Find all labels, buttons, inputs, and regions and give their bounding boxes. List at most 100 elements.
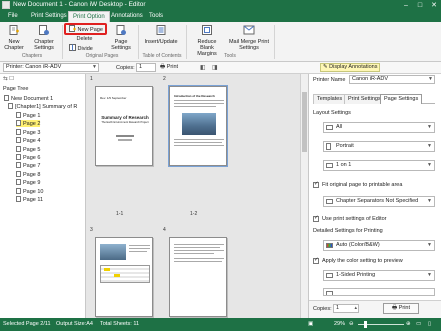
new-chapter-button[interactable]: New Chapter [3, 25, 25, 51]
footer-copies-label: Copies: [313, 306, 332, 312]
zoom-in-icon[interactable]: ⊕ [406, 321, 411, 327]
zoom-slider-thumb[interactable] [364, 321, 367, 328]
doc4-line [174, 258, 224, 259]
divide-icon [69, 44, 76, 51]
tree-page-item[interactable]: Page 4 [16, 137, 40, 144]
new-chapter-icon [9, 25, 19, 35]
tree-page-item[interactable]: Page 3 [16, 128, 40, 136]
layout-scope-select[interactable]: All ▼ [323, 122, 435, 133]
tab-file[interactable]: File [4, 11, 22, 22]
page-thumbnail-1[interactable]: Rev. 1/9 September Summary of Research T… [95, 86, 153, 166]
fit-width-icon[interactable]: ▯ [428, 321, 431, 327]
sided-select[interactable]: 1-Sided Printing ▼ [323, 270, 435, 281]
tree-page-item[interactable]: Page 7 [16, 162, 40, 169]
chapter-settings-label: Chapter Settings [34, 39, 54, 51]
zoom-in-icon[interactable]: ◨ [212, 64, 218, 71]
tree-page-item[interactable]: Page 11 [16, 196, 43, 203]
page-icon [16, 196, 21, 202]
divide-button[interactable]: Divide [69, 44, 93, 52]
tree-page-item[interactable]: Page 5 [16, 145, 40, 153]
chevron-down-icon: ▼ [428, 76, 433, 82]
doc2-line [174, 103, 224, 104]
page-icon [16, 112, 21, 118]
zoom-out-icon[interactable]: ◧ [200, 64, 206, 71]
separator-icon [326, 199, 333, 204]
printer-select[interactable]: Printer: Canon iR-ADV ▼ [3, 63, 99, 72]
doc3-line [129, 251, 147, 252]
vertical-scrollbar[interactable] [300, 74, 308, 318]
toolbar-print-button[interactable]: 🖶 Print [160, 63, 178, 72]
copies-value: 1 [139, 64, 143, 70]
next-setting-select[interactable] [323, 288, 435, 296]
doc2-line [174, 106, 216, 107]
orientation-select[interactable]: Portrait ▼ [323, 141, 435, 152]
doc3-mark [104, 268, 110, 271]
tab-print-settings-panel[interactable]: Print Settings [344, 94, 385, 104]
tree-document[interactable]: New Document 1 [4, 95, 53, 102]
printer-name-select[interactable]: Canon iR-ADV ▼ [349, 75, 435, 84]
tab-print-settings[interactable]: Print Settings [27, 11, 71, 22]
scroll-thumb[interactable] [302, 92, 307, 152]
window-title: New Document 1 - Canon iW Desktop - Edit… [13, 1, 146, 8]
copies-input[interactable]: 1 [136, 63, 156, 72]
display-annotations-button[interactable]: ✎ Display Annotations [320, 63, 381, 72]
page-thumbnail-3[interactable] [95, 237, 153, 317]
one-sided-icon [326, 273, 333, 278]
tree-page-item[interactable]: Page 6 [16, 154, 40, 161]
minimize-icon[interactable]: – [399, 0, 413, 11]
page-settings-label: Page Settings [111, 39, 131, 51]
ribbon-tab-bar: File Print Settings Print Option Annotat… [0, 11, 441, 22]
mail-merge-button[interactable]: Mail Merge Print Settings [228, 25, 270, 51]
tree-page-label: Page 9 [23, 180, 41, 187]
tree-page-item[interactable]: Page 9 [16, 179, 40, 186]
tab-annotations[interactable]: Annotations [107, 11, 147, 22]
footer-copies-value: 1 [336, 305, 340, 311]
page-thumbnail-4[interactable] [169, 237, 227, 317]
delete-button[interactable]: Delete [69, 36, 93, 42]
tab-page-settings[interactable]: Page Settings [380, 94, 423, 104]
tree-page-item[interactable]: Page 10 [16, 187, 44, 195]
layout-settings-label: Layout Settings [313, 110, 351, 116]
print-button[interactable]: 🖶 Print [383, 303, 419, 314]
fit-original-checkbox[interactable] [313, 181, 319, 188]
page-settings-button[interactable]: Page Settings [109, 25, 133, 51]
doc2-line [174, 139, 224, 140]
doc2-line [174, 145, 224, 146]
insert-update-button[interactable]: Insert/Update [143, 25, 179, 45]
tab-templates[interactable]: Templates [313, 94, 347, 104]
tab-print-option[interactable]: Print Option [68, 11, 110, 22]
group-original-pages-label: Original Pages [85, 53, 119, 59]
tree-chapter[interactable]: [Chapter1] Summary of R [8, 103, 77, 110]
tab-tools[interactable]: Tools [145, 11, 167, 22]
apply-color-checkbox[interactable] [313, 257, 319, 264]
tree-page-label: Page 7 [23, 163, 41, 170]
footer-copies-input[interactable]: 1 ▴ [333, 304, 359, 313]
sided-value: 1-Sided Printing [336, 272, 376, 278]
use-print-settings-checkbox[interactable] [313, 215, 319, 222]
toolbar-print-label: Print [166, 64, 179, 70]
output-size-status: Output Size:A4 [56, 321, 93, 327]
page-icon [16, 120, 21, 127]
tree-page-item[interactable]: Page 1 [16, 112, 40, 119]
tree-page-item[interactable]: Page 8 [16, 170, 40, 178]
color-mode-select[interactable]: Auto (Color/B&W) ▼ [323, 240, 435, 251]
new-page-highlight [64, 23, 107, 35]
doc2-header: Introduction of the Research [174, 94, 215, 98]
zoom-out-icon[interactable]: ⊖ [349, 321, 354, 327]
page-label: 1-1 [116, 211, 124, 217]
fit-page-icon[interactable]: ▭ [416, 321, 421, 327]
pages-per-sheet-select[interactable]: 1 on 1 ▼ [323, 160, 435, 171]
chapter-settings-button[interactable]: Chapter Settings [30, 25, 58, 51]
page-thumbnail-2[interactable]: Introduction of the Research [168, 85, 228, 167]
chapter-separators-select[interactable]: Chapter Separators Not Specified ▼ [323, 196, 435, 207]
view-mode-icon[interactable]: ▣ [308, 321, 313, 327]
tree-page-item[interactable]: Page 2 [16, 120, 41, 128]
column-number: 3 [90, 227, 93, 233]
detailed-settings-label: Detailed Settings for Printing [313, 228, 383, 234]
chevron-down-icon: ▼ [427, 162, 432, 168]
close-icon[interactable]: ✕ [427, 0, 441, 11]
doc1-title: Summary of Research [101, 115, 149, 120]
maximize-icon[interactable]: □ [413, 0, 427, 11]
doc1-header: Rev. 1/9 September [100, 96, 127, 100]
fit-original-label: Fit original page to printable area [322, 182, 403, 188]
